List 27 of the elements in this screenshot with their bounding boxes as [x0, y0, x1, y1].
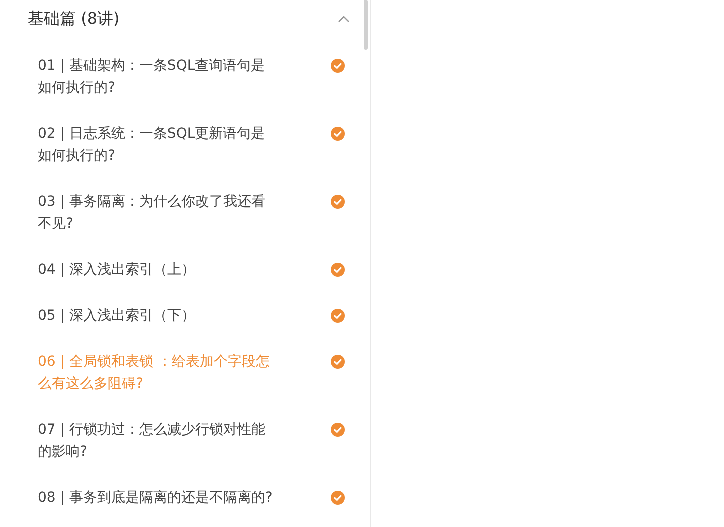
section-header[interactable]: 基础篇 (8讲)	[0, 0, 370, 38]
check-circle-icon	[331, 355, 345, 369]
lesson-item[interactable]: 05 | 深入浅出索引（下）	[0, 293, 370, 339]
lesson-title: 07 | 行锁功过：怎么减少行锁对性能的影响?	[38, 421, 266, 462]
lesson-item[interactable]: 01 | 基础架构：一条SQL查询语句是如何执行的?	[0, 43, 370, 111]
lesson-title: 04 | 深入浅出索引（上）	[38, 261, 196, 280]
check-circle-icon	[331, 423, 345, 437]
chevron-up-icon	[338, 15, 350, 23]
lesson-title: 03 | 事务隔离：为什么你改了我还看不见?	[38, 193, 266, 234]
lesson-title: 08 | 事务到底是隔离的还是不隔离的?	[38, 489, 274, 508]
lesson-title: 05 | 深入浅出索引（下）	[38, 307, 196, 326]
lesson-title: 06 | 全局锁和表锁 ：给表加个字段怎么有这么多阻碍?	[38, 353, 271, 394]
lesson-item[interactable]: 07 | 行锁功过：怎么减少行锁对性能的影响?	[0, 407, 370, 475]
check-circle-icon	[331, 309, 345, 323]
scrollbar-thumb[interactable]	[364, 0, 368, 50]
lesson-item[interactable]: 04 | 深入浅出索引（上）	[0, 247, 370, 293]
lesson-item[interactable]: 08 | 事务到底是隔离的还是不隔离的?	[0, 475, 370, 521]
check-circle-icon	[331, 127, 345, 141]
check-circle-icon	[331, 59, 345, 73]
lesson-item[interactable]: 03 | 事务隔离：为什么你改了我还看不见?	[0, 179, 370, 247]
section-title: 基础篇 (8讲)	[28, 8, 120, 30]
check-circle-icon	[331, 263, 345, 277]
lesson-title: 01 | 基础架构：一条SQL查询语句是如何执行的?	[38, 57, 266, 98]
check-circle-icon	[331, 491, 345, 505]
lesson-title: 02 | 日志系统：一条SQL更新语句是如何执行的?	[38, 125, 266, 166]
lesson-item[interactable]: 02 | 日志系统：一条SQL更新语句是如何执行的?	[0, 111, 370, 179]
check-circle-icon	[331, 195, 345, 209]
